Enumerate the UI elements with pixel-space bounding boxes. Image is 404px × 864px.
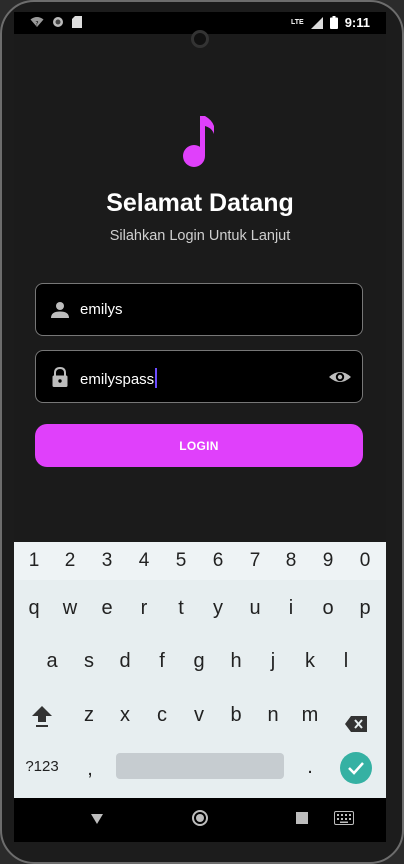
username-field[interactable]: emilys bbox=[35, 283, 363, 336]
key-8[interactable]: 8 bbox=[276, 546, 306, 576]
backspace-icon[interactable] bbox=[344, 715, 368, 733]
on-screen-keyboard: 1 2 3 4 5 6 7 8 9 0 q w e r t y u i o p … bbox=[14, 542, 386, 798]
username-value: emilys bbox=[80, 301, 123, 318]
key-c[interactable]: c bbox=[147, 700, 177, 730]
battery-icon bbox=[329, 16, 338, 29]
key-g[interactable]: g bbox=[184, 646, 214, 676]
key-0[interactable]: 0 bbox=[350, 546, 380, 576]
number-row: 1 2 3 4 5 6 7 8 9 0 bbox=[14, 542, 386, 580]
shift-icon[interactable] bbox=[31, 704, 53, 728]
key-z[interactable]: z bbox=[74, 700, 104, 730]
symbols-key[interactable]: ?123 bbox=[20, 752, 64, 782]
key-k[interactable]: k bbox=[295, 646, 325, 676]
key-y[interactable]: y bbox=[203, 593, 233, 623]
key-d[interactable]: d bbox=[110, 646, 140, 676]
key-h[interactable]: h bbox=[221, 646, 251, 676]
key-i[interactable]: i bbox=[276, 593, 306, 623]
key-t[interactable]: t bbox=[166, 593, 196, 623]
key-b[interactable]: b bbox=[221, 700, 251, 730]
enter-key[interactable] bbox=[340, 752, 372, 784]
key-v[interactable]: v bbox=[184, 700, 214, 730]
key-u[interactable]: u bbox=[240, 593, 270, 623]
space-key[interactable] bbox=[116, 753, 284, 779]
key-w[interactable]: w bbox=[55, 593, 85, 623]
key-9[interactable]: 9 bbox=[313, 546, 343, 576]
key-7[interactable]: 7 bbox=[240, 546, 270, 576]
key-comma[interactable]: , bbox=[75, 754, 105, 784]
key-f[interactable]: f bbox=[147, 646, 177, 676]
check-icon bbox=[348, 762, 364, 775]
key-p[interactable]: p bbox=[350, 593, 380, 623]
key-a[interactable]: a bbox=[37, 646, 67, 676]
login-screen: Selamat Datang Silahkan Login Untuk Lanj… bbox=[14, 34, 386, 542]
key-n[interactable]: n bbox=[258, 700, 288, 730]
front-camera bbox=[191, 30, 209, 48]
wifi-icon: ? bbox=[30, 17, 44, 28]
key-l[interactable]: l bbox=[331, 646, 361, 676]
lock-icon bbox=[52, 366, 68, 387]
key-3[interactable]: 3 bbox=[92, 546, 122, 576]
password-field[interactable]: emilyspass bbox=[35, 350, 363, 403]
text-cursor bbox=[155, 368, 158, 388]
password-value: emilyspass bbox=[80, 368, 158, 388]
back-triangle-icon[interactable] bbox=[90, 812, 104, 826]
person-icon bbox=[51, 302, 69, 318]
key-2[interactable]: 2 bbox=[55, 546, 85, 576]
recents-square-icon[interactable] bbox=[296, 812, 308, 824]
login-button[interactable]: LOGIN bbox=[35, 424, 363, 467]
key-m[interactable]: m bbox=[295, 700, 325, 730]
music-note-icon bbox=[183, 116, 214, 167]
sync-icon bbox=[53, 17, 63, 27]
key-j[interactable]: j bbox=[258, 646, 288, 676]
key-q[interactable]: q bbox=[19, 593, 49, 623]
page-subtitle: Silahkan Login Untuk Lanjut bbox=[109, 228, 291, 244]
key-period[interactable]: . bbox=[295, 752, 325, 782]
home-circle-icon[interactable] bbox=[191, 809, 209, 827]
key-x[interactable]: x bbox=[110, 700, 140, 730]
key-r[interactable]: r bbox=[129, 593, 159, 623]
clock: 9:11 bbox=[344, 15, 370, 30]
key-5[interactable]: 5 bbox=[166, 546, 196, 576]
navigation-bar bbox=[14, 798, 386, 842]
page-title: Selamat Datang bbox=[106, 189, 294, 217]
key-1[interactable]: 1 bbox=[19, 546, 49, 576]
key-6[interactable]: 6 bbox=[203, 546, 233, 576]
sd-card-icon bbox=[72, 16, 82, 28]
network-type: LTE bbox=[290, 19, 304, 26]
signal-icon bbox=[310, 16, 323, 29]
svg-text:?: ? bbox=[35, 21, 38, 28]
eye-icon[interactable] bbox=[328, 366, 352, 388]
key-e[interactable]: e bbox=[92, 593, 122, 623]
key-o[interactable]: o bbox=[313, 593, 343, 623]
key-s[interactable]: s bbox=[74, 646, 104, 676]
phone-screen: ? LTE 9:11 Selamat Datang Silahkan Login… bbox=[14, 12, 386, 842]
password-text: emilyspass bbox=[80, 371, 155, 388]
keyboard-icon[interactable] bbox=[334, 811, 354, 825]
key-4[interactable]: 4 bbox=[129, 546, 159, 576]
